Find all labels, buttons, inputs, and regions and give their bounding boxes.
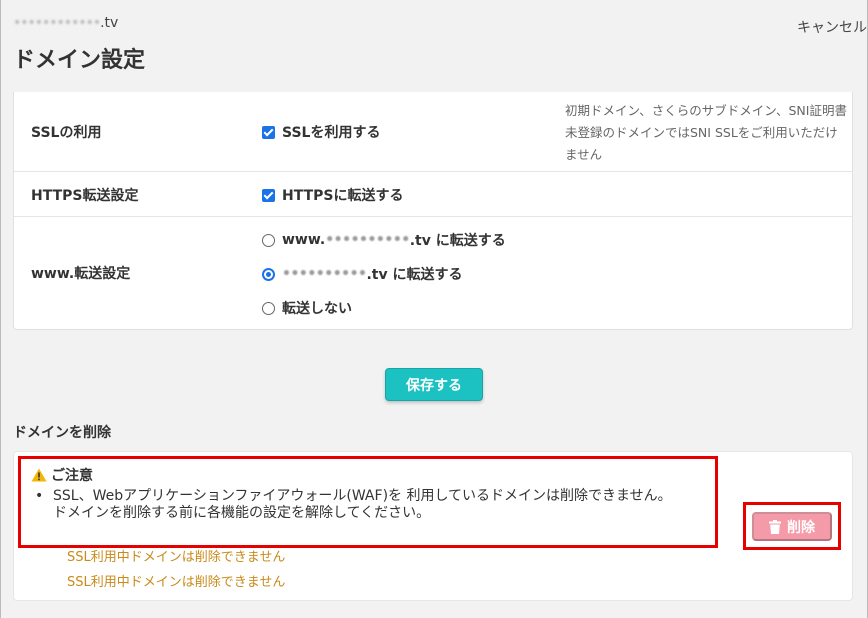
- warning-icon: [31, 468, 47, 482]
- www-option-www-prefix: www.: [282, 232, 326, 248]
- delete-heading: ドメインを削除: [13, 425, 111, 441]
- www-option-none-label: 転送しない: [282, 301, 352, 317]
- delete-button[interactable]: 削除: [752, 512, 832, 541]
- www-row: www.転送設定 www. •••••••••• .tv に転送する •••••••…: [14, 217, 852, 330]
- ssl-row: SSLの利用 SSLを利用する 初期ドメイン、さくらのサブドメイン、SNI証明書…: [14, 92, 852, 172]
- https-label: HTTPS転送設定: [31, 188, 139, 204]
- https-row: HTTPS転送設定 HTTPSに転送する: [14, 172, 852, 217]
- ssl-label: SSLの利用: [31, 125, 102, 141]
- warning-box: ご注意 • SSL、Webアプリケーションファイアウォール(WAF)を 利用して…: [18, 456, 718, 548]
- error-message: SSL利用中ドメインは削除できません: [67, 575, 286, 590]
- save-button[interactable]: 保存する: [385, 368, 483, 401]
- warning-text-2: ドメインを削除する前に各機能の設定を解除してください。: [53, 505, 431, 521]
- trash-icon: [769, 519, 781, 534]
- warning-body: • SSL、Webアプリケーションファイアウォール(WAF)を 利用しているドメ…: [35, 488, 713, 522]
- domain-name: ••••••••••••.tv: [13, 15, 118, 31]
- www-option-bare-radio[interactable]: [262, 267, 275, 281]
- https-checkbox[interactable]: HTTPSに転送する: [262, 185, 403, 205]
- www-option-www-radio[interactable]: [262, 233, 275, 247]
- settings-card: SSLの利用 SSLを利用する 初期ドメイン、さくらのサブドメイン、SNI証明書…: [13, 92, 853, 330]
- warning-title-text: ご注意: [51, 468, 93, 484]
- https-checkbox-label: HTTPSに転送する: [282, 188, 404, 204]
- error-message: SSL利用中ドメインは削除できません: [67, 550, 286, 565]
- cancel-link[interactable]: キャンセル: [797, 17, 867, 37]
- warning-title: ご注意: [31, 465, 93, 485]
- page-title: ドメイン設定: [13, 48, 146, 73]
- bullet-icon: •: [35, 488, 44, 504]
- www-option-www[interactable]: www. •••••••••• .tv に転送する: [262, 230, 506, 250]
- warning-text-1: SSL、Webアプリケーションファイアウォール(WAF)を 利用しているドメイン…: [53, 488, 672, 504]
- www-option-www-domain: ••••••••••: [325, 232, 410, 248]
- ssl-note: 初期ドメイン、さくらのサブドメイン、SNI証明書未登録のドメインではSNI SS…: [565, 103, 847, 162]
- www-option-bare-suffix: .tv に転送する: [366, 267, 463, 283]
- www-option-www-suffix: .tv に転送する: [409, 233, 506, 249]
- delete-button-highlight: 削除: [743, 502, 841, 550]
- ssl-checkbox-label: SSLを利用する: [282, 125, 381, 141]
- delete-button-label: 削除: [787, 518, 815, 535]
- www-option-bare[interactable]: •••••••••• .tv に転送する: [262, 264, 463, 284]
- ssl-checkbox[interactable]: SSLを利用する: [262, 122, 380, 142]
- domain-name-blurred: ••••••••••••: [13, 15, 101, 31]
- www-option-bare-domain: ••••••••••: [282, 266, 367, 282]
- www-option-none-radio[interactable]: [262, 301, 275, 315]
- www-label: www.転送設定: [31, 266, 131, 282]
- domain-name-suffix: .tv: [100, 15, 119, 31]
- ssl-checkbox-box[interactable]: [262, 125, 275, 139]
- https-checkbox-box[interactable]: [262, 188, 275, 202]
- www-option-none[interactable]: 転送しない: [262, 298, 352, 318]
